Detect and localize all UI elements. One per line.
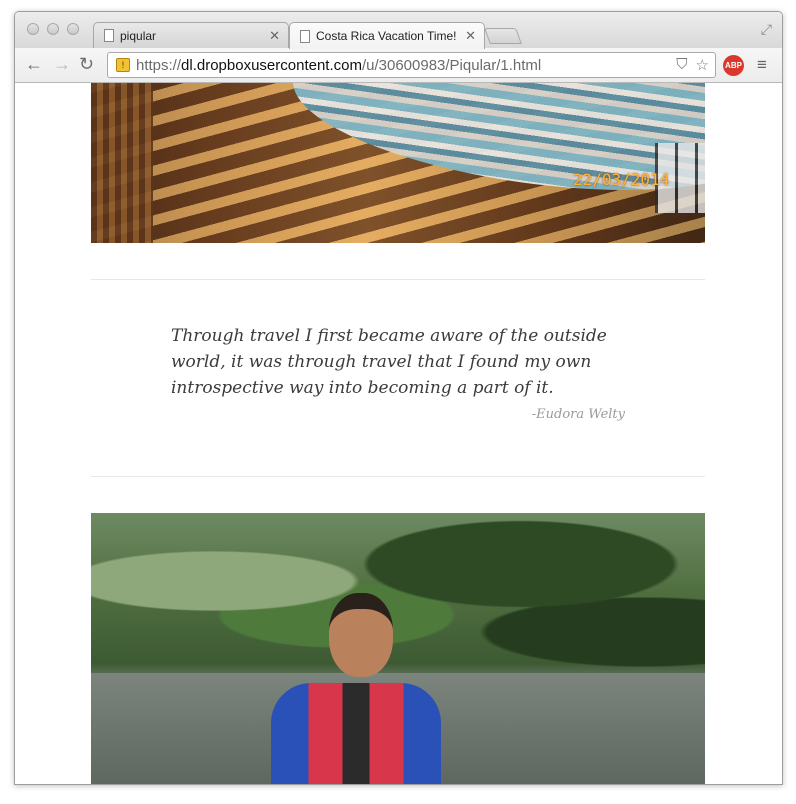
tab-label: Costa Rica Vacation Time!: [316, 29, 457, 43]
forward-button[interactable]: →: [53, 54, 71, 74]
railing: [91, 83, 153, 243]
tab-costa-rica[interactable]: Costa Rica Vacation Time! ✕: [289, 22, 485, 49]
close-icon[interactable]: ✕: [269, 28, 280, 44]
page-icon: [300, 29, 310, 43]
river-photo: [91, 513, 705, 784]
address-bar[interactable]: ! https:// dl.dropboxusercontent.com /u/…: [107, 52, 716, 78]
tab-label: piqular: [120, 28, 157, 43]
page-viewport[interactable]: 22/03/2014 Through travel I first became…: [15, 83, 782, 784]
tab-piqular[interactable]: piqular ✕: [93, 22, 289, 48]
toolbar: ← → ↻ ! https:// dl.dropboxusercontent.c…: [15, 48, 782, 83]
divider: [91, 279, 705, 280]
photo-date-stamp: 22/03/2014: [573, 170, 670, 189]
shield-icon[interactable]: ⛉: [676, 56, 687, 74]
person-in-life-vest: [261, 593, 451, 784]
page-icon: [104, 29, 114, 42]
tab-strip: piqular ✕ Costa Rica Vacation Time! ✕ ⤢: [15, 12, 782, 49]
quote-text: Through travel I first became aware of t…: [171, 326, 607, 398]
back-button[interactable]: ←: [25, 54, 43, 74]
adblock-extension-button[interactable]: ABP: [723, 55, 744, 76]
hammock-photo: 22/03/2014: [91, 83, 705, 243]
fullscreen-icon[interactable]: ⤢: [761, 21, 772, 38]
zoom-window-button[interactable]: [67, 23, 79, 35]
url-host: dl.dropboxusercontent.com: [181, 56, 362, 74]
quote-block: Through travel I first became aware of t…: [171, 323, 631, 422]
bookmark-star-icon[interactable]: ☆: [696, 56, 709, 74]
security-warning-icon[interactable]: !: [116, 58, 130, 72]
person-head: [329, 593, 393, 677]
minimize-window-button[interactable]: [47, 23, 59, 35]
hammock: [283, 83, 705, 216]
quote-author: -Eudora Welty: [531, 407, 625, 422]
close-window-button[interactable]: [27, 23, 39, 35]
menu-icon[interactable]: ≡: [757, 55, 767, 75]
close-icon[interactable]: ✕: [465, 28, 476, 44]
reload-button[interactable]: ↻: [79, 54, 94, 74]
divider: [91, 476, 705, 477]
person-body: [271, 683, 441, 784]
new-tab-button[interactable]: [484, 28, 522, 44]
url-path: /u/30600983/Piqular/1.html: [361, 56, 542, 74]
browser-window: piqular ✕ Costa Rica Vacation Time! ✕ ⤢ …: [14, 11, 783, 785]
url-scheme: https://: [136, 56, 182, 74]
